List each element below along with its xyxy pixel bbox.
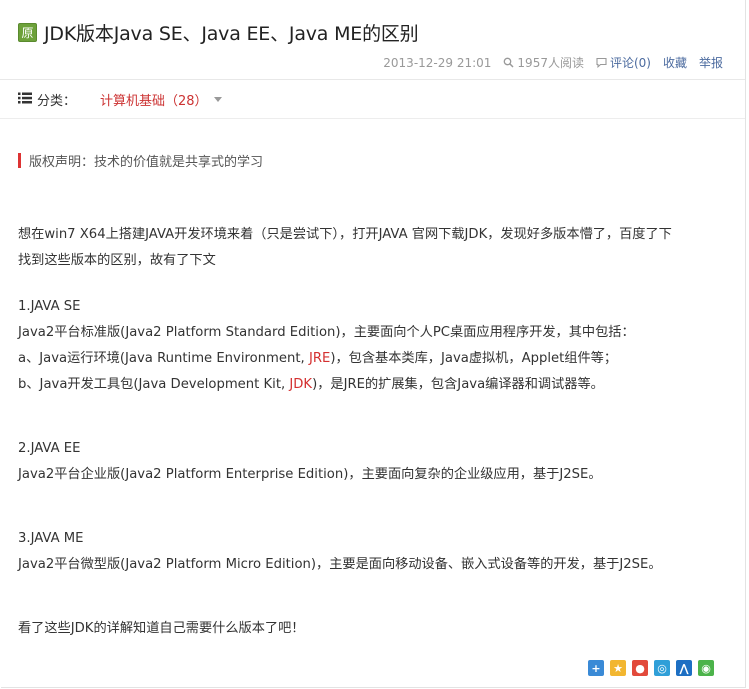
publish-datetime: 2013-12-29 21:01 bbox=[383, 55, 492, 70]
intro-line-1: 想在win7 X64上搭建JAVA开发环境来着（只是尝试下），打开JAVA 官网… bbox=[18, 227, 672, 242]
section-me-line-1: Java2平台微型版(Java2 Platform Micro Edition)… bbox=[18, 557, 662, 572]
section-se-line-a: a、Java运行环境(Java Runtime Environment, JRE… bbox=[18, 346, 723, 372]
comments-text: 评论(0) bbox=[609, 56, 651, 70]
jre-link[interactable]: JRE bbox=[309, 351, 330, 366]
se-b-pre: b、Java开发工具包(Java Development Kit, bbox=[18, 377, 290, 392]
wechat-icon[interactable]: ◉ bbox=[698, 660, 714, 676]
article-body: 想在win7 X64上搭建JAVA开发环境来着（只是尝试下），打开JAVA 官网… bbox=[18, 222, 723, 642]
weibo-icon[interactable]: ● bbox=[632, 660, 648, 676]
category-row: 分类： 计算机基础（28） bbox=[18, 90, 222, 109]
list-icon bbox=[18, 92, 32, 108]
category-divider bbox=[0, 118, 745, 119]
report-link[interactable]: 举报 bbox=[699, 54, 723, 71]
section-se-line-b: b、Java开发工具包(Java Development Kit, JDK)，是… bbox=[18, 372, 723, 398]
comment-bubble-icon bbox=[596, 57, 607, 68]
section-se-heading: 1.JAVA SE bbox=[18, 299, 81, 314]
qzone-icon[interactable]: ★ bbox=[610, 660, 626, 676]
header-divider bbox=[0, 79, 745, 80]
jdk-link[interactable]: JDK bbox=[289, 377, 312, 392]
view-count: 1957人阅读 bbox=[503, 54, 584, 71]
se-a-pre: a、Java运行环境(Java Runtime Environment, bbox=[18, 351, 309, 366]
se-b-post: )，是JRE的扩展集，包含Java编译器和调试器等。 bbox=[312, 377, 604, 392]
section-ee-line-1: Java2平台企业版(Java2 Platform Enterprise Edi… bbox=[18, 467, 602, 482]
magnifier-icon bbox=[503, 57, 514, 68]
article-meta: 2013-12-29 21:01 1957人阅读 评论(0) 收藏 举报 bbox=[383, 54, 723, 71]
renren-icon[interactable]: ⋀ bbox=[676, 660, 692, 676]
copyright-text: 版权声明：技术的价值就是共享式的学习 bbox=[29, 155, 264, 170]
accent-bar bbox=[18, 153, 21, 168]
comments-link[interactable]: 评论(0) bbox=[596, 54, 651, 71]
category-label: 分类： bbox=[37, 94, 77, 109]
copyright-notice: 版权声明：技术的价值就是共享式的学习 bbox=[18, 151, 263, 170]
share-bar: + ★ ● ◎ ⋀ ◉ bbox=[588, 660, 720, 676]
section-me-heading: 3.JAVA ME bbox=[18, 531, 84, 546]
article-title[interactable]: JDK版本Java SE、Java EE、Java ME的区别 bbox=[44, 19, 419, 46]
original-badge: 原 bbox=[18, 23, 37, 42]
favorite-link[interactable]: 收藏 bbox=[663, 54, 687, 71]
section-ee-heading: 2.JAVA EE bbox=[18, 441, 81, 456]
se-a-post: )，包含基本类库，Java虚拟机，Applet组件等； bbox=[330, 351, 618, 366]
category-link[interactable]: 计算机基础（28） bbox=[100, 90, 208, 109]
outro-line: 看了这些JDK的详解知道自己需要什么版本了吧！ bbox=[18, 621, 305, 636]
share-more-icon[interactable]: + bbox=[588, 660, 604, 676]
title-row: 原 JDK版本Java SE、Java EE、Java ME的区别 bbox=[18, 19, 419, 46]
view-count-text: 1957人阅读 bbox=[517, 56, 584, 70]
section-se-line-1: Java2平台标准版(Java2 Platform Standard Editi… bbox=[18, 325, 635, 340]
tencent-weibo-icon[interactable]: ◎ bbox=[654, 660, 670, 676]
intro-line-2: 找到这些版本的区别，故有了下文 bbox=[18, 253, 216, 268]
chevron-down-icon[interactable] bbox=[213, 97, 222, 102]
